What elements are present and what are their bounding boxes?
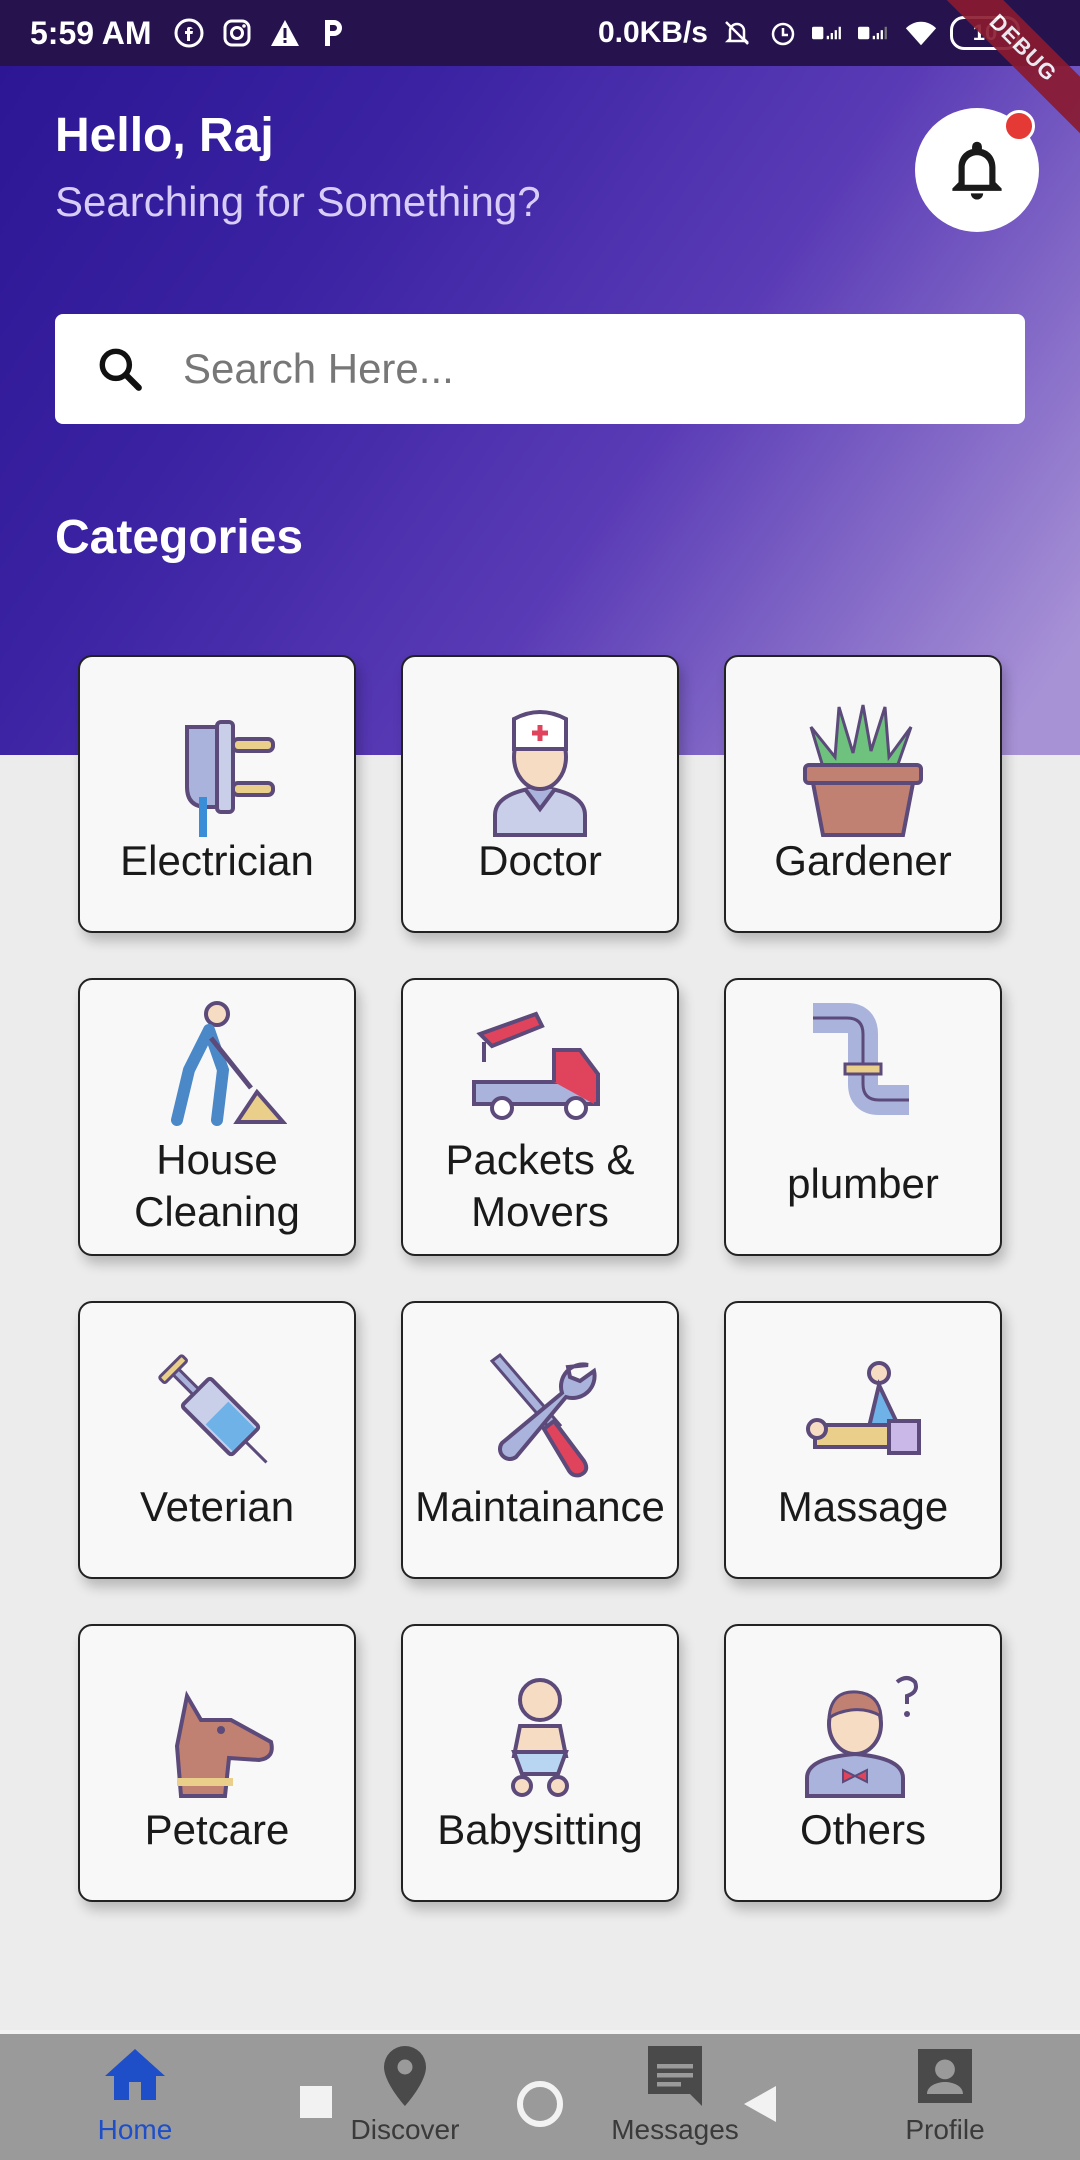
bell-icon	[952, 141, 1002, 200]
category-label: Veterian	[139, 1483, 295, 1530]
massage-icon	[806, 1361, 921, 1455]
category-babysitting[interactable]: Babysitting	[401, 1624, 679, 1902]
category-label: Babysitting	[437, 1806, 643, 1853]
category-doctor[interactable]: Doctor	[401, 655, 679, 933]
wifi-icon	[904, 16, 938, 50]
signal-icon	[812, 16, 846, 50]
signal-icon-2	[858, 16, 892, 50]
category-petcare[interactable]: Petcare	[78, 1624, 356, 1902]
category-veterian[interactable]: Veterian	[78, 1301, 356, 1579]
home-system-button-icon[interactable]	[514, 2078, 566, 2130]
category-label: Massage	[777, 1483, 949, 1530]
search-input[interactable]	[183, 345, 943, 393]
instagram-icon	[220, 16, 254, 50]
status-bar: 5:59 AM 0.0KB/s 10	[0, 0, 1080, 66]
dog-icon	[174, 1690, 274, 1798]
paytm-icon	[316, 16, 350, 50]
status-time: 5:59 AM	[30, 14, 152, 51]
pipe-icon	[813, 1003, 909, 1115]
plant-pot-icon	[803, 704, 923, 837]
syringe-icon	[158, 1354, 268, 1464]
category-label: Doctor	[478, 837, 602, 884]
greeting-title: Hello, Raj	[55, 109, 274, 162]
profile-icon	[918, 2049, 972, 2103]
doctor-icon	[493, 710, 587, 837]
notification-badge	[1003, 110, 1035, 142]
nav-label: Messages	[611, 2114, 739, 2145]
wrench-screwdriver-icon	[489, 1352, 597, 1478]
category-label: House Cleaning	[134, 1136, 300, 1235]
category-others[interactable]: Others	[724, 1624, 1002, 1902]
worker-shovel-icon	[171, 1001, 287, 1126]
category-label: Gardener	[774, 837, 952, 884]
facebook-icon	[172, 16, 206, 50]
notification-button[interactable]	[915, 108, 1039, 232]
category-label: Electrician	[120, 837, 314, 884]
category-label: Others	[799, 1806, 927, 1853]
nav-profile[interactable]: Profile	[810, 2034, 1080, 2160]
mute-bell-icon	[720, 16, 754, 50]
location-pin-icon	[384, 2046, 426, 2106]
home-icon	[105, 2049, 165, 2100]
baby-icon	[511, 1678, 569, 1797]
category-massage[interactable]: Massage	[724, 1301, 1002, 1579]
categories-heading: Categories	[55, 511, 304, 564]
category-house-cleaning[interactable]: House Cleaning	[78, 978, 356, 1256]
category-label: plumber	[787, 1160, 939, 1207]
nav-home[interactable]: Home	[0, 2034, 270, 2160]
tow-truck-icon	[472, 1011, 600, 1120]
person-question-icon	[805, 1676, 918, 1798]
network-speed: 0.0KB/s	[597, 16, 708, 49]
category-label: Packets & Movers	[445, 1136, 635, 1235]
nav-label: Home	[97, 2114, 173, 2145]
category-gardener[interactable]: Gardener	[724, 655, 1002, 933]
category-plumber[interactable]: plumber	[724, 978, 1002, 1256]
category-label: Maintainance	[415, 1483, 665, 1530]
message-icon	[648, 2046, 702, 2106]
greeting-subtitle: Searching for Something?	[55, 178, 541, 225]
plug-icon	[185, 720, 275, 837]
alarm-icon	[766, 16, 800, 50]
recents-button-icon[interactable]	[298, 2084, 334, 2120]
search-bar[interactable]	[55, 314, 1025, 424]
nav-label: Discover	[350, 2114, 460, 2145]
category-packets-movers[interactable]: Packets & Movers	[401, 978, 679, 1256]
category-maintainance[interactable]: Maintainance	[401, 1301, 679, 1579]
search-icon	[99, 348, 142, 391]
nav-label: Profile	[905, 2114, 985, 2145]
back-button-icon[interactable]	[742, 2084, 778, 2124]
category-label: Petcare	[144, 1806, 290, 1853]
category-electrician[interactable]: Electrician	[78, 655, 356, 933]
bottom-navigation: Home Discover Messages Profile	[0, 2030, 1080, 2160]
warning-icon	[268, 16, 302, 50]
